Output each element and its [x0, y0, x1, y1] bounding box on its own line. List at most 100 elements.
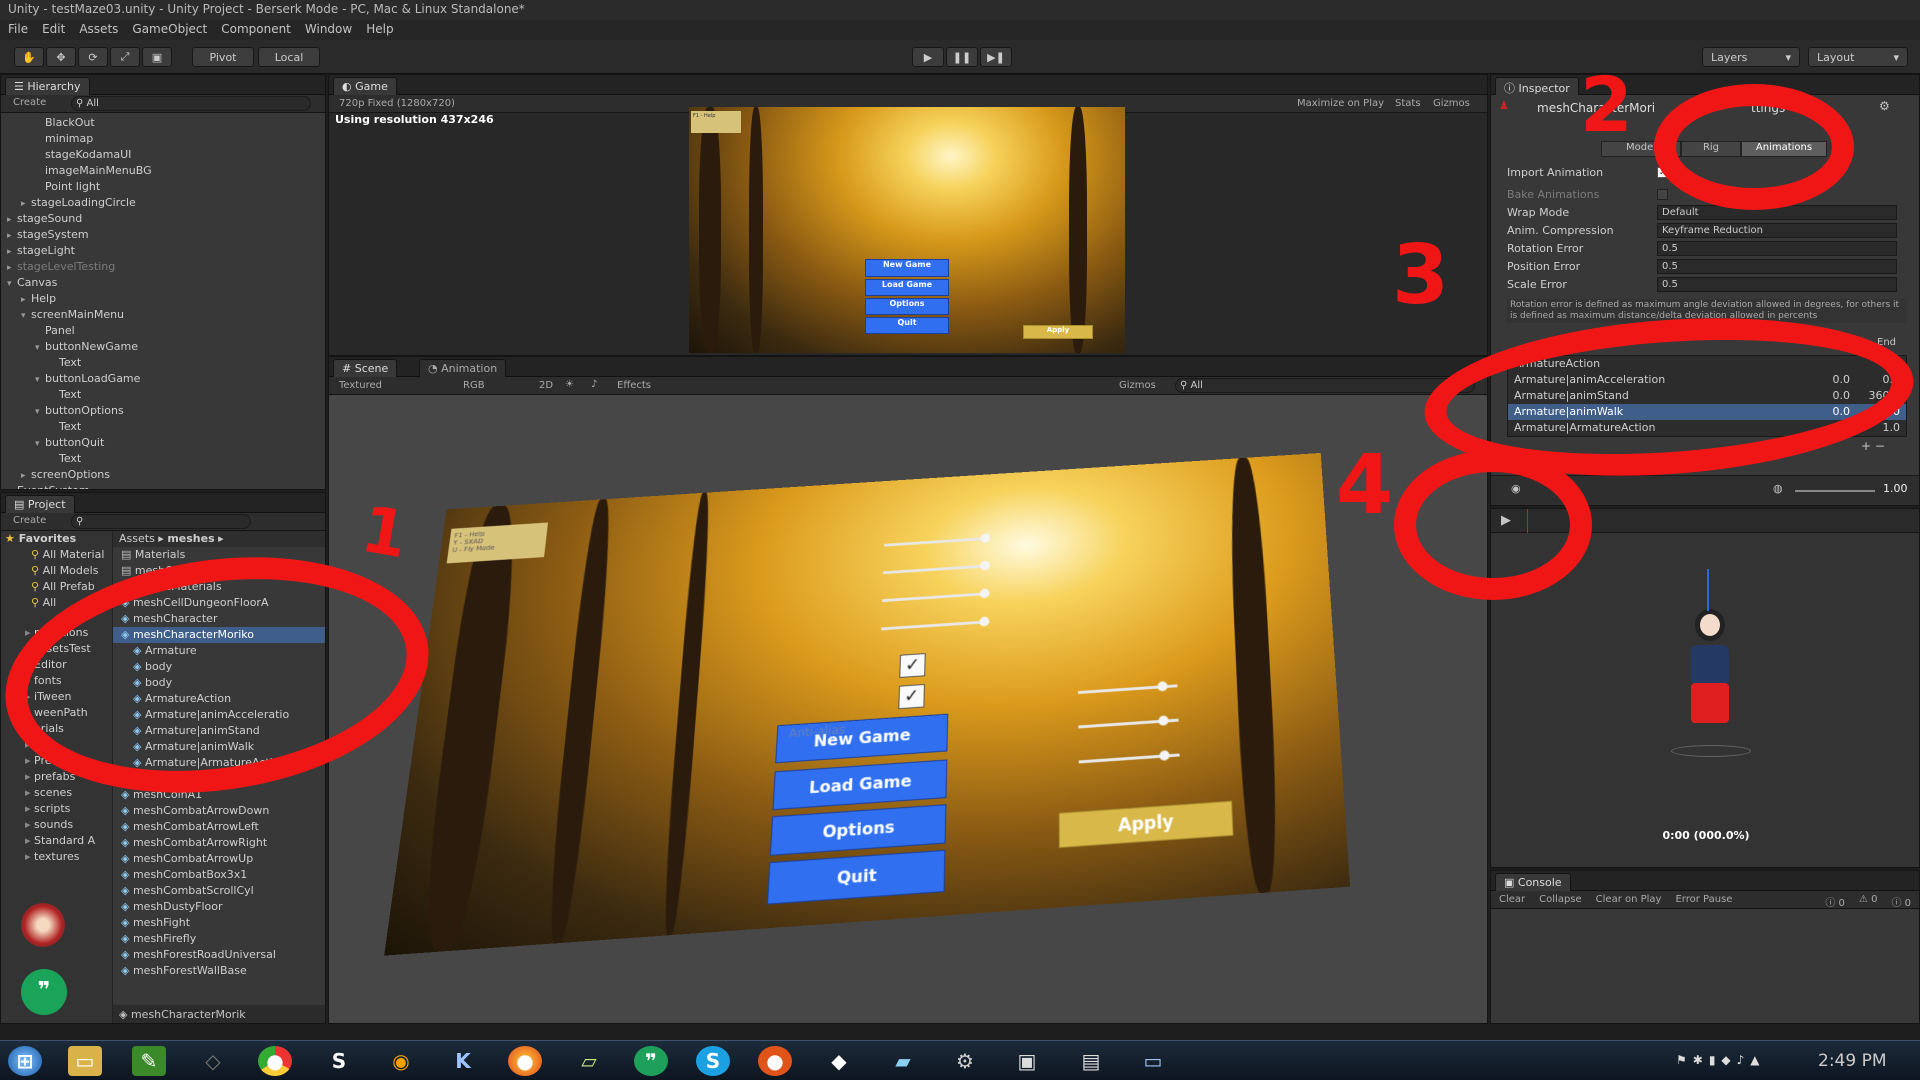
favorite-item[interactable]: ⚲ All Prefab: [1, 579, 112, 595]
rotation-error-input[interactable]: 0.5: [1657, 241, 1897, 256]
folder-item[interactable]: ▸ erials: [1, 721, 112, 737]
pivot-toggle[interactable]: Pivot: [192, 47, 254, 67]
explorer-icon[interactable]: ▭: [68, 1046, 102, 1076]
tab-scene[interactable]: # Scene: [333, 359, 397, 377]
expand-arrow-icon[interactable]: ▸: [21, 468, 31, 484]
folder-item[interactable]: ▸ Pl: [1, 737, 112, 753]
slider-4[interactable]: [881, 620, 989, 630]
hierarchy-item[interactable]: Panel: [1, 323, 325, 339]
audio-toggle-icon[interactable]: ♪: [591, 379, 597, 390]
tab-game[interactable]: ◐ Game: [333, 77, 397, 95]
scene-gizmos-dropdown[interactable]: Gizmos: [1119, 380, 1156, 391]
hierarchy-item[interactable]: stageKodamaUI: [1, 147, 325, 163]
hangouts-taskbar-icon[interactable]: ❞: [634, 1046, 668, 1076]
favorite-item[interactable]: ⚲ All Material: [1, 547, 112, 563]
hierarchy-item[interactable]: Text: [1, 451, 325, 467]
hierarchy-item[interactable]: ▾ screenMainMenu: [1, 307, 325, 323]
asset-item[interactable]: ◈ meshForestWallBase: [113, 963, 326, 979]
bake-animations-checkbox[interactable]: [1657, 189, 1668, 200]
document-app-icon[interactable]: ▤: [1074, 1046, 1108, 1076]
folder-item[interactable]: ▸ iTween: [1, 689, 112, 705]
folder-item[interactable]: ▸ scenes: [1, 785, 112, 801]
asset-item[interactable]: ◈ body: [113, 675, 326, 691]
position-error-input[interactable]: 0.5: [1657, 259, 1897, 274]
import-animation-checkbox[interactable]: ✓: [1657, 167, 1668, 178]
hangouts-icon[interactable]: ❞: [21, 969, 67, 1015]
render-mode-dropdown[interactable]: RGB: [463, 380, 485, 391]
system-tray-icons[interactable]: ⚑✱▮◆♪▲: [1676, 1053, 1766, 1067]
folder-item[interactable]: ▸ fonts: [1, 673, 112, 689]
hierarchy-item[interactable]: ▾ buttonNewGame: [1, 339, 325, 355]
notepad-icon[interactable]: ✎: [132, 1046, 166, 1076]
scene-canvas[interactable]: F1 - Help Y - SXAD U - Fly Mode ✓ ✓ ✓ Ne…: [329, 395, 1488, 1024]
expand-arrow-icon[interactable]: ▾: [7, 276, 17, 292]
expand-arrow-icon[interactable]: ▾: [35, 436, 45, 452]
expand-arrow-icon[interactable]: ▾: [35, 340, 45, 356]
asset-item[interactable]: ◈ meshCombatArrowUp: [113, 851, 326, 867]
asset-item[interactable]: ◈ Armature|animAcceleratio: [113, 707, 326, 723]
k-app-icon[interactable]: K: [446, 1046, 480, 1076]
scale-error-input[interactable]: 0.5: [1657, 277, 1897, 292]
asset-item[interactable]: ◈ m: [113, 771, 326, 787]
shading-mode-dropdown[interactable]: Textured: [339, 380, 382, 391]
clip-row[interactable]: Armature|animWalk 0.0 24.0: [1508, 404, 1906, 420]
settings-app-icon[interactable]: ⚙: [948, 1046, 982, 1076]
expand-arrow-icon[interactable]: ▾: [35, 404, 45, 420]
hierarchy-create-button[interactable]: Create: [13, 97, 46, 108]
tab-model[interactable]: Model: [1601, 141, 1681, 157]
clock[interactable]: 2:49 PM: [1818, 1051, 1887, 1071]
hierarchy-item[interactable]: imageMainMenuBG: [1, 163, 325, 179]
monitor-app-icon[interactable]: ▣: [1010, 1046, 1044, 1076]
slider-6[interactable]: [1078, 719, 1178, 729]
tab-console[interactable]: ▣ Console: [1495, 873, 1571, 891]
asset-item[interactable]: ▤ meshCh: [113, 563, 326, 579]
scene-search-input[interactable]: ⚲ All: [1175, 378, 1475, 393]
scene-menu-canvas[interactable]: F1 - Help Y - SXAD U - Fly Mode ✓ ✓ ✓ Ne…: [384, 453, 1350, 956]
2d-toggle[interactable]: 2D: [539, 380, 553, 391]
asset-item[interactable]: ◈ Armature|animWalk: [113, 739, 326, 755]
maximize-on-play-toggle[interactable]: Maximize on Play: [1297, 98, 1384, 109]
gamepad-icon[interactable]: ◇: [196, 1046, 230, 1076]
hand-tool-icon[interactable]: ✋: [14, 47, 44, 67]
asset-item[interactable]: ◈ meshCombatScrollCyl: [113, 883, 326, 899]
folder-item[interactable]: ▸ Editor: [1, 657, 112, 673]
project-search-input[interactable]: ⚲: [71, 514, 251, 529]
gear-icon[interactable]: ⚙: [1879, 99, 1890, 113]
checkbox-2[interactable]: ✓: [898, 684, 925, 709]
asset-item[interactable]: ◈ meshCombatArrowLeft: [113, 819, 326, 835]
hierarchy-item[interactable]: ▾ buttonOptions: [1, 403, 325, 419]
step-button[interactable]: ▶❚: [980, 47, 1012, 67]
scale-tool-icon[interactable]: ⤢: [110, 47, 140, 67]
asset-item[interactable]: ◈ meshCellDungeonFloorA: [113, 595, 326, 611]
slider-2[interactable]: [883, 564, 990, 574]
asset-item[interactable]: ◈ meshCharacter: [113, 611, 326, 627]
favorite-item[interactable]: ⚲ All Models: [1, 563, 112, 579]
unity-icon[interactable]: ◆: [822, 1046, 856, 1076]
folder-item[interactable]: ▸ Standard A: [1, 833, 112, 849]
asset-item[interactable]: ◈ Armature|animStand: [113, 723, 326, 739]
layout-dropdown[interactable]: Layout ▾: [1808, 47, 1908, 67]
slider-7[interactable]: [1079, 753, 1180, 763]
menu-window[interactable]: Window: [305, 22, 352, 38]
tab-hierarchy[interactable]: ☰ Hierarchy: [5, 77, 90, 95]
clip-row[interactable]: Armature|ArmatureAction 0.0 1.0: [1508, 420, 1906, 436]
expand-arrow-icon[interactable]: ▾: [21, 308, 31, 324]
hierarchy-item[interactable]: Text: [1, 387, 325, 403]
layers-dropdown[interactable]: Layers ▾: [1702, 47, 1800, 67]
slider-knob[interactable]: [1159, 750, 1169, 761]
asset-item[interactable]: ◈ meshCombatArrowDown: [113, 803, 326, 819]
expand-arrow-icon[interactable]: ▸: [21, 196, 31, 212]
tab-rig[interactable]: Rig: [1681, 141, 1741, 157]
slider-knob[interactable]: [1158, 715, 1168, 726]
local-toggle[interactable]: Local: [258, 47, 320, 67]
folder-item[interactable]: ▸ assetsTest: [1, 641, 112, 657]
console-clear-on-play-button[interactable]: Clear on Play: [1596, 894, 1662, 905]
hierarchy-item[interactable]: Text: [1, 419, 325, 435]
effects-dropdown[interactable]: Effects: [617, 380, 651, 391]
preview-play-button[interactable]: ▶: [1501, 513, 1511, 528]
skype-icon[interactable]: S: [696, 1046, 730, 1076]
hierarchy-item[interactable]: ▸ stageLight: [1, 243, 325, 259]
console-collapse-button[interactable]: Collapse: [1539, 894, 1582, 905]
info-count-icon[interactable]: ⓘ 0: [1825, 894, 1845, 905]
folder-item[interactable]: ▸ scripts: [1, 801, 112, 817]
